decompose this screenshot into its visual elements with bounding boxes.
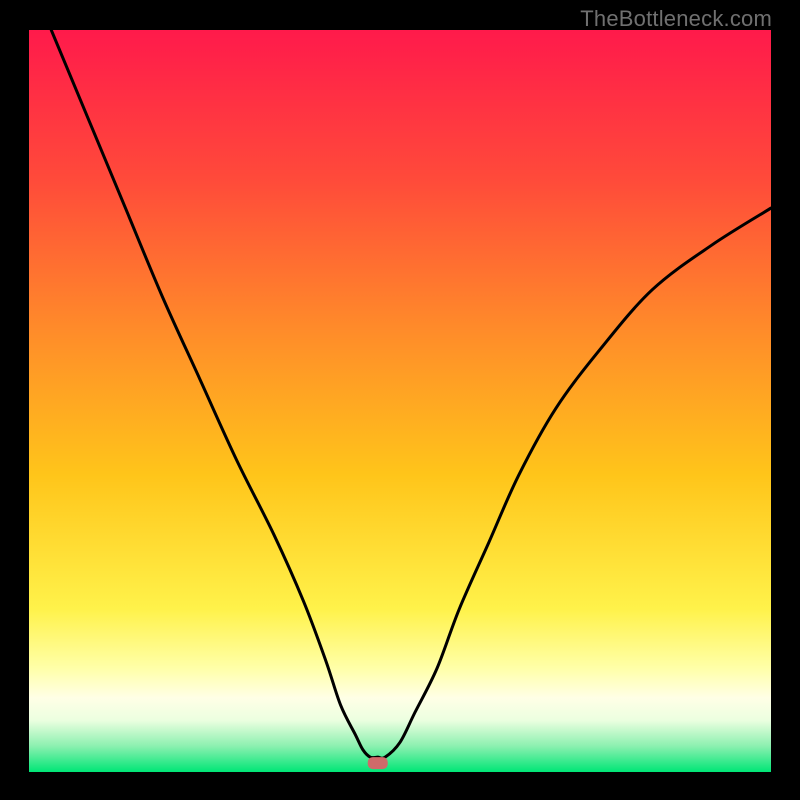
watermark-text: TheBottleneck.com [580, 6, 772, 32]
gradient-rect [29, 30, 771, 772]
optimal-marker [368, 757, 388, 769]
bottleneck-chart [29, 30, 771, 772]
chart-frame [29, 30, 771, 772]
